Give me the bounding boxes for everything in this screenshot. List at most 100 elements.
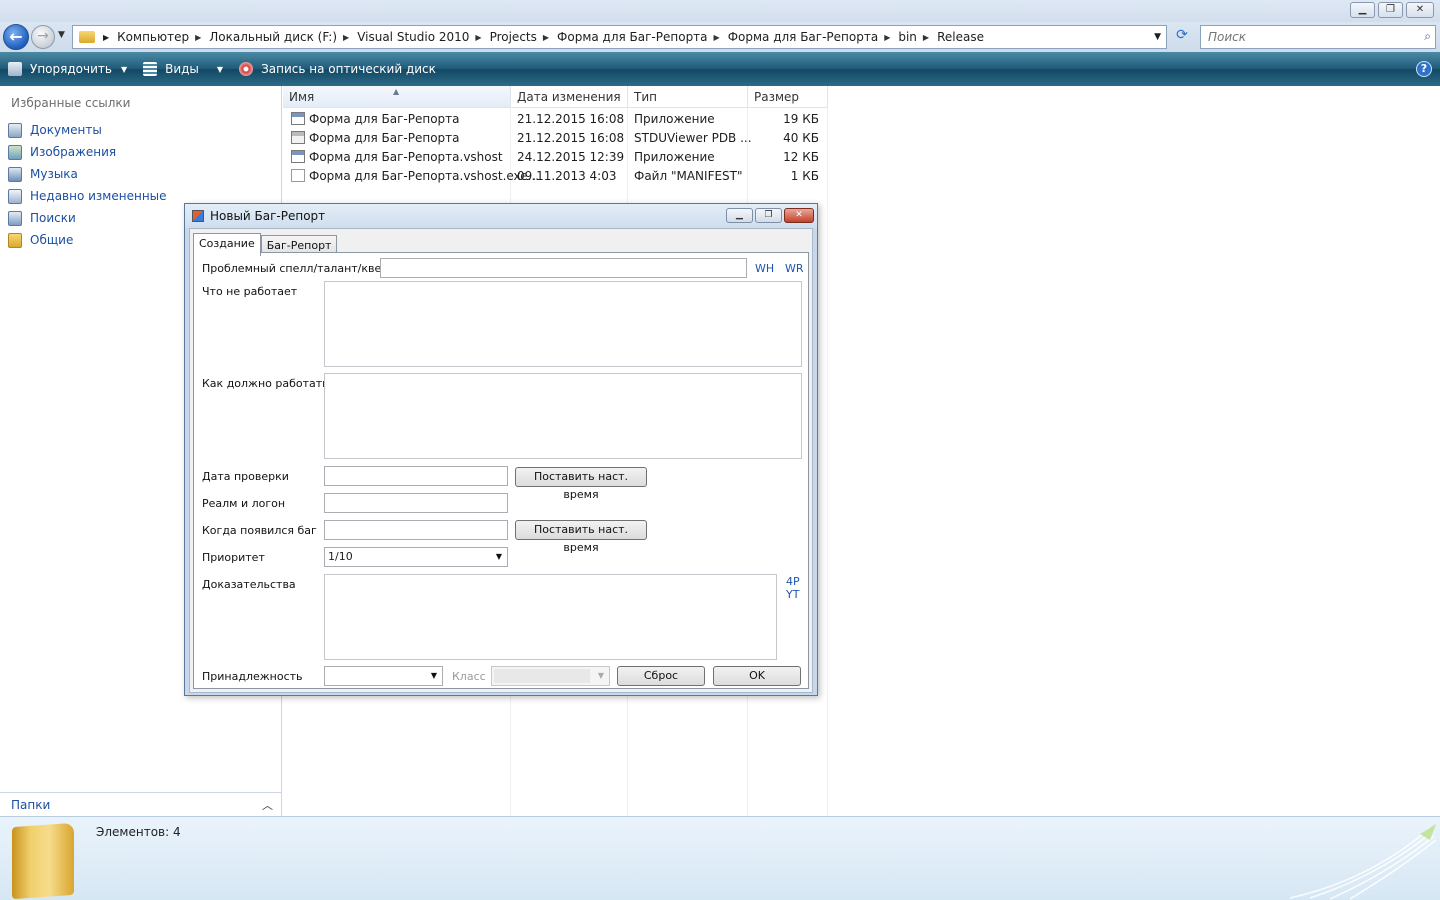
search-icon[interactable]: ⌕ xyxy=(1424,29,1431,44)
chevron-right-icon[interactable]: ▶ xyxy=(714,33,720,42)
dialog-titlebar[interactable]: Новый Баг-Репорт ▁ ❐ ✕ xyxy=(185,204,817,228)
check-date-label: Дата проверки xyxy=(202,470,289,483)
file-size: 40 КБ xyxy=(783,131,819,145)
ok-button[interactable]: OK xyxy=(713,666,801,686)
evidence-textarea[interactable] xyxy=(324,574,777,660)
chevron-right-icon[interactable]: ▶ xyxy=(923,33,929,42)
not-working-textarea[interactable] xyxy=(324,281,802,367)
reset-button[interactable]: Сброс xyxy=(617,666,705,686)
chevron-down-icon: ▼ xyxy=(216,64,224,74)
chevron-right-icon[interactable]: ▶ xyxy=(475,33,481,42)
organize-menu[interactable]: Упорядочить ▼ xyxy=(8,62,127,76)
search-input[interactable] xyxy=(1208,30,1408,44)
favorite-searches[interactable]: Поиски xyxy=(8,207,167,229)
file-row[interactable]: Форма для Баг-Репорта 21.12.2015 16:08 S… xyxy=(283,129,828,148)
dialog-close-button[interactable]: ✕ xyxy=(784,208,814,223)
app-icon xyxy=(291,150,305,163)
class-select: ▼ xyxy=(491,666,610,686)
favorite-documents[interactable]: Документы xyxy=(8,119,167,141)
breadcrumb-item[interactable]: Локальный диск (F:) ▶ xyxy=(209,30,357,44)
file-date: 21.12.2015 16:08 xyxy=(517,131,625,145)
bug-appeared-input[interactable] xyxy=(324,520,508,540)
file-row[interactable]: Форма для Баг-Репорта.vshost 24.12.2015 … xyxy=(283,148,828,167)
favorite-public[interactable]: Общие xyxy=(8,229,167,251)
chevron-up-icon[interactable]: ︿ xyxy=(262,797,273,813)
favorite-pictures[interactable]: Изображения xyxy=(8,141,167,163)
favorite-music[interactable]: Музыка xyxy=(8,163,167,185)
breadcrumb-item[interactable]: bin ▶ xyxy=(898,30,937,44)
favorites-list: Документы Изображения Музыка Недавно изм… xyxy=(8,119,167,251)
chevron-down-icon[interactable]: ▼ xyxy=(496,548,502,566)
breadcrumb-item[interactable]: Форма для Баг-Репорта ▶ xyxy=(728,30,899,44)
yt-link[interactable]: YT xyxy=(786,588,799,601)
file-date: 24.12.2015 12:39 xyxy=(517,150,625,164)
chevron-down-icon: ▼ xyxy=(120,64,128,74)
tab-create[interactable]: Создание xyxy=(193,233,261,256)
priority-label: Приоритет xyxy=(202,551,265,564)
file-type: STDUViewer PDB ... xyxy=(634,131,752,145)
spell-label: Проблемный спелл/талант/квест xyxy=(202,262,394,275)
window-titlebar: ▁ ❐ ✕ xyxy=(0,0,1440,22)
breadcrumb-item[interactable]: Projects ▶ xyxy=(490,30,557,44)
file-size: 1 КБ xyxy=(790,169,819,183)
music-icon xyxy=(8,166,22,182)
back-button[interactable]: ← xyxy=(3,24,29,50)
file-size: 12 КБ xyxy=(783,150,819,164)
breadcrumb-item[interactable]: Visual Studio 2010 ▶ xyxy=(357,30,489,44)
recent-changes-icon xyxy=(8,188,22,204)
chevron-right-icon[interactable]: ▶ xyxy=(884,33,890,42)
chevron-right-icon[interactable]: ▶ xyxy=(103,33,109,42)
file-name: Форма для Баг-Репорта.vshost.exe... xyxy=(309,169,540,183)
evidence-label: Доказательства xyxy=(202,578,296,591)
address-dropdown-icon[interactable]: ▼ xyxy=(1154,32,1161,42)
file-date: 21.12.2015 16:08 xyxy=(517,112,625,126)
chevron-right-icon[interactable]: ▶ xyxy=(343,33,349,42)
check-date-input[interactable] xyxy=(324,466,508,486)
favorite-recent[interactable]: Недавно измененные xyxy=(8,185,167,207)
chevron-down-icon[interactable]: ▼ xyxy=(431,667,437,685)
dialog-maximize-button[interactable]: ❐ xyxy=(755,208,782,223)
address-bar[interactable]: ▶ Компьютер ▶ Локальный диск (F:) ▶ Visual… xyxy=(72,25,1167,49)
close-button[interactable]: ✕ xyxy=(1406,2,1434,18)
maximize-button[interactable]: ❐ xyxy=(1378,2,1403,18)
search-box[interactable]: ⌕ xyxy=(1200,25,1436,49)
file-type: Приложение xyxy=(634,150,715,164)
breadcrumb-item[interactable]: Компьютер ▶ xyxy=(117,30,209,44)
folders-toggle[interactable]: Папки ︿ xyxy=(0,792,281,816)
breadcrumb-item[interactable]: Форма для Баг-Репорта ▶ xyxy=(557,30,728,44)
priority-select[interactable]: 1/10 ▼ xyxy=(324,547,508,567)
app-icon xyxy=(291,112,305,125)
dialog-minimize-button[interactable]: ▁ xyxy=(726,208,753,223)
column-header-type[interactable]: Тип xyxy=(628,86,748,108)
chevron-right-icon[interactable]: ▶ xyxy=(195,33,201,42)
file-icon xyxy=(291,169,305,182)
column-header-name[interactable]: ▲ Имя xyxy=(283,86,511,108)
breadcrumb-item[interactable]: Release xyxy=(937,30,984,44)
belonging-select[interactable]: ▼ xyxy=(324,666,443,686)
help-icon[interactable]: ? xyxy=(1416,61,1432,77)
column-header-size[interactable]: Размер xyxy=(748,86,828,108)
file-row[interactable]: Форма для Баг-Репорта 21.12.2015 16:08 П… xyxy=(283,110,828,129)
set-current-time-button-2[interactable]: Поставить наст. время xyxy=(515,520,647,554)
file-date: 09.11.2013 4:03 xyxy=(517,169,617,183)
folder-icon xyxy=(79,31,95,43)
wr-link[interactable]: WR xyxy=(785,262,804,275)
chevron-right-icon[interactable]: ▶ xyxy=(543,33,549,42)
refresh-icon[interactable]: ⟳ xyxy=(1171,27,1193,47)
realm-input[interactable] xyxy=(324,493,508,513)
should-work-textarea[interactable] xyxy=(324,373,802,459)
4p-link[interactable]: 4P xyxy=(786,575,800,588)
spell-input[interactable] xyxy=(380,258,747,278)
column-header-date[interactable]: Дата изменения xyxy=(511,86,628,108)
file-row[interactable]: Форма для Баг-Репорта.vshost.exe... 09.1… xyxy=(283,167,828,186)
minimize-button[interactable]: ▁ xyxy=(1350,2,1375,18)
views-menu[interactable]: Виды ▼ xyxy=(143,62,223,76)
file-type: Файл "MANIFEST" xyxy=(634,169,743,183)
forward-button[interactable]: → xyxy=(31,25,55,49)
set-current-time-button[interactable]: Поставить наст. время xyxy=(515,467,647,501)
history-dropdown-icon[interactable]: ▼ xyxy=(58,30,65,40)
wh-link[interactable]: WH xyxy=(755,262,774,275)
disc-burn-icon xyxy=(239,62,254,76)
burn-disc-button[interactable]: Запись на оптический диск xyxy=(239,62,436,76)
item-count: Элементов: 4 xyxy=(96,825,181,839)
